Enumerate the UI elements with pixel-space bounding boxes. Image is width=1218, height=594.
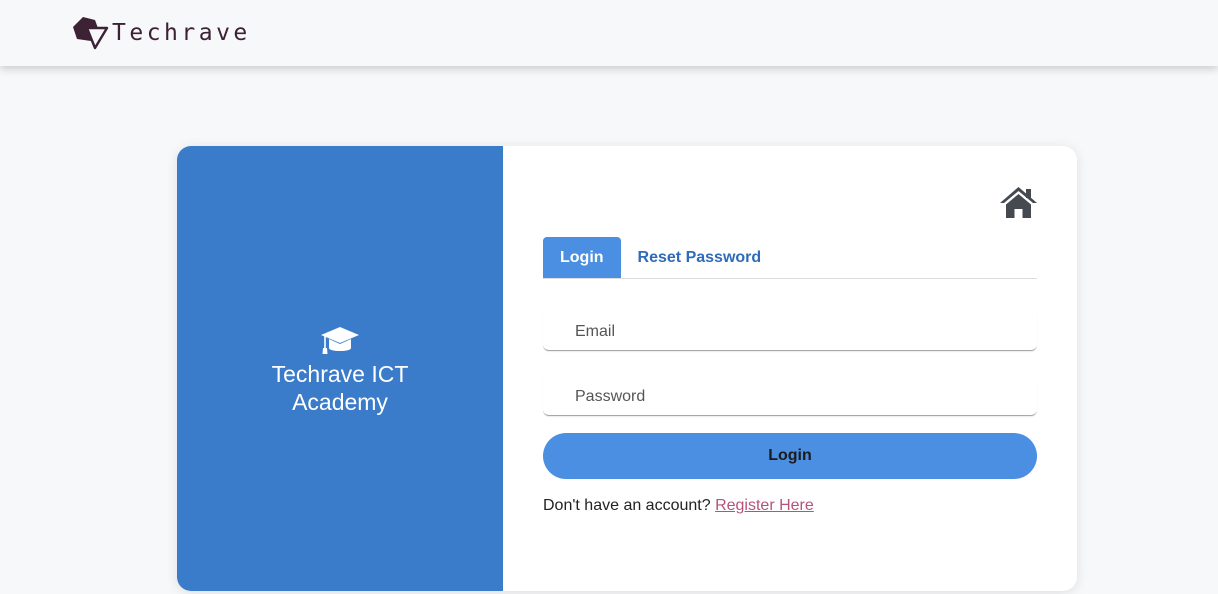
password-input[interactable]	[543, 378, 1037, 416]
tab-login[interactable]: Login	[543, 237, 621, 278]
login-form-panel: Login Reset Password Login Don't have an…	[503, 146, 1077, 591]
top-navbar: Techrave	[0, 0, 1218, 66]
graduation-cap-icon	[321, 326, 359, 354]
brand-name: Techrave	[112, 20, 251, 46]
academy-title: Techrave ICT Academy	[271, 360, 409, 415]
email-input[interactable]	[543, 313, 1037, 351]
academy-panel: Techrave ICT Academy	[177, 146, 503, 591]
register-prompt-text: Don't have an account?	[543, 497, 711, 514]
hexagon-triangle-logo-icon	[73, 17, 109, 50]
brand-home-link[interactable]: Techrave	[72, 16, 251, 50]
register-link[interactable]: Register Here	[715, 497, 814, 514]
form-tabs: Login Reset Password	[543, 237, 1037, 279]
home-icon[interactable]	[1000, 186, 1037, 218]
register-prompt: Don't have an account? Register Here	[543, 497, 814, 515]
login-button[interactable]: Login	[543, 433, 1037, 479]
login-card: Techrave ICT Academy Login Reset Passwor…	[177, 146, 1077, 591]
tab-reset-password[interactable]: Reset Password	[621, 237, 779, 278]
